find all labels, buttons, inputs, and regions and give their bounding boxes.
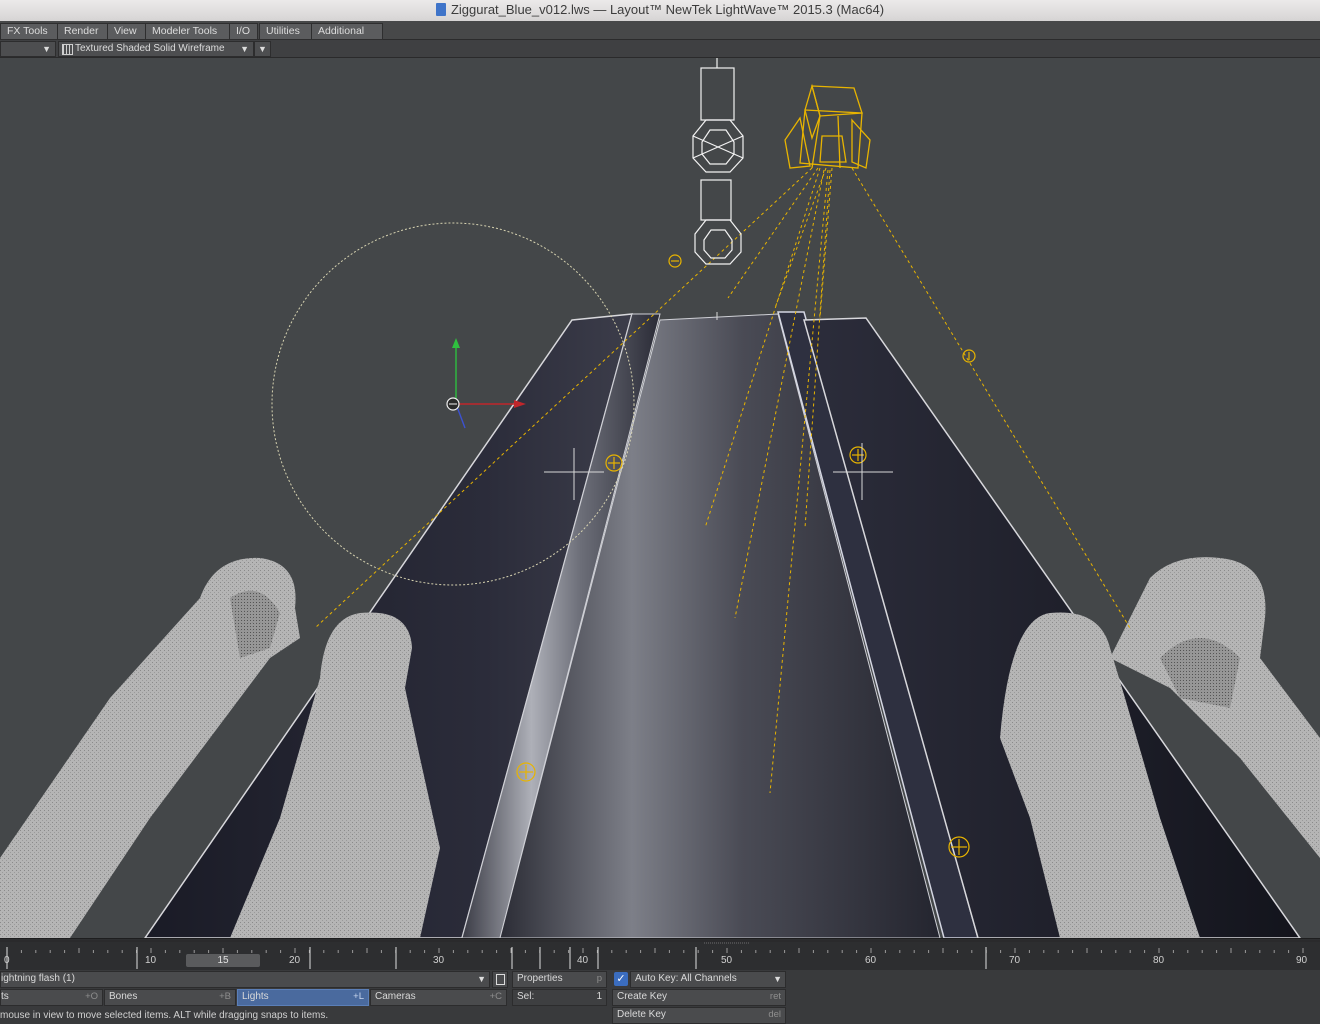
item-panel-toggle[interactable] [492,971,508,988]
view-type-dropdown[interactable]: ▼ [0,41,56,57]
item-type-objects-button[interactable]: ts +O [0,989,103,1006]
properties-label: Properties [517,973,563,984]
auto-key-dropdown[interactable]: Auto Key: All Channels ▼ [630,971,786,988]
timeline-tick-label: 50 [721,955,733,966]
viewport-scene [0,58,1320,938]
spotlight-rig [784,83,871,169]
timeline-tick-label: 20 [289,955,301,966]
status-message: mouse in view to move selected items. AL… [0,1010,329,1021]
window-title-wrap: Ziggurat_Blue_v012.lws — Layout™ NewTek … [0,2,1320,17]
item-type-bones-button[interactable]: Bones +B [104,989,236,1006]
timeline-tick-label: 30 [433,955,445,966]
chevron-down-icon: ▼ [240,44,249,54]
current-frame-slider[interactable]: 15 [186,954,260,967]
timeline-tick-label: 10 [145,955,157,966]
tab-utilities[interactable]: Utilities [259,23,315,40]
item-type-shortcut: +O [85,991,98,1002]
item-type-shortcut: +L [353,991,364,1002]
3d-viewport[interactable] [0,58,1320,938]
item-type-label: ts [1,991,9,1002]
tab-render[interactable]: Render [57,23,109,40]
timeline-tick-label: 40 [577,955,589,966]
window-title: Ziggurat_Blue_v012.lws — Layout™ NewTek … [450,2,885,17]
timeline-tick-label: 70 [1009,955,1021,966]
item-type-lights-button[interactable]: Lights +L [237,989,369,1006]
chevron-down-icon: ▼ [773,974,782,984]
chevron-down-icon: ▼ [258,44,267,54]
tab-additional[interactable]: Additional [311,23,383,40]
properties-button[interactable]: Properties p [512,971,607,988]
menu-tab-bar: FX Tools Render View Modeler Tools I/O U… [0,21,1320,40]
viewport-options-bar: ▼ Textured Shaded Solid Wireframe ▼ ▼ [0,40,1320,58]
delete-key-label: Delete Key [617,1009,666,1020]
auto-key-checkbox[interactable]: ✓ [614,972,628,986]
bone-right-back-shade [1160,638,1240,708]
create-key-shortcut: ret [769,991,781,1002]
tab-view[interactable]: View [107,23,149,40]
render-mode-dropdown[interactable]: Textured Shaded Solid Wireframe ▼ [58,41,254,57]
item-type-shortcut: +C [489,991,502,1002]
create-key-button[interactable]: Create Key ret [612,989,786,1006]
sel-label: Sel: [517,991,535,1002]
window-titlebar: Ziggurat_Blue_v012.lws — Layout™ NewTek … [0,0,1320,22]
timeline-tick-label: 60 [865,955,877,966]
chevron-down-icon: ▼ [477,974,486,984]
tab-modeler-tools[interactable]: Modeler Tools [145,23,231,40]
tab-io[interactable]: I/O [229,23,258,40]
timeline-tick-label: 90 [1296,955,1308,966]
create-key-label: Create Key [617,991,668,1002]
shading-grid-icon [62,44,73,55]
selection-count: Sel: 1 [512,989,607,1006]
check-icon: ✓ [616,973,626,985]
item-type-cameras-button[interactable]: Cameras +C [370,989,507,1006]
properties-shortcut: p [596,973,602,984]
panel-toggle-icon [496,974,505,985]
timeline-tick-label: 0 [4,955,10,966]
delete-key-button[interactable]: Delete Key del [612,1007,786,1024]
tab-fx-tools[interactable]: FX Tools [0,23,60,40]
auto-key-label: Auto Key: All Channels [635,973,737,984]
item-type-label: Lights [242,991,269,1002]
delete-key-shortcut: del [768,1009,781,1020]
render-mode-label: Textured Shaded Solid Wireframe [75,43,225,54]
item-type-label: Bones [109,991,138,1002]
document-icon [435,3,446,16]
item-type-shortcut: +B [219,991,231,1002]
timeline-tick-label: 80 [1153,955,1165,966]
current-item-label: ightning flash (1) [1,973,75,984]
sel-value: 1 [596,991,602,1002]
current-item-dropdown[interactable]: ightning flash (1) ▼ [0,971,490,988]
item-type-label: Cameras [375,991,416,1002]
camera-rig [692,58,744,265]
chevron-down-icon: ▼ [42,44,51,54]
viewport-menu-button[interactable]: ▼ [254,41,271,57]
